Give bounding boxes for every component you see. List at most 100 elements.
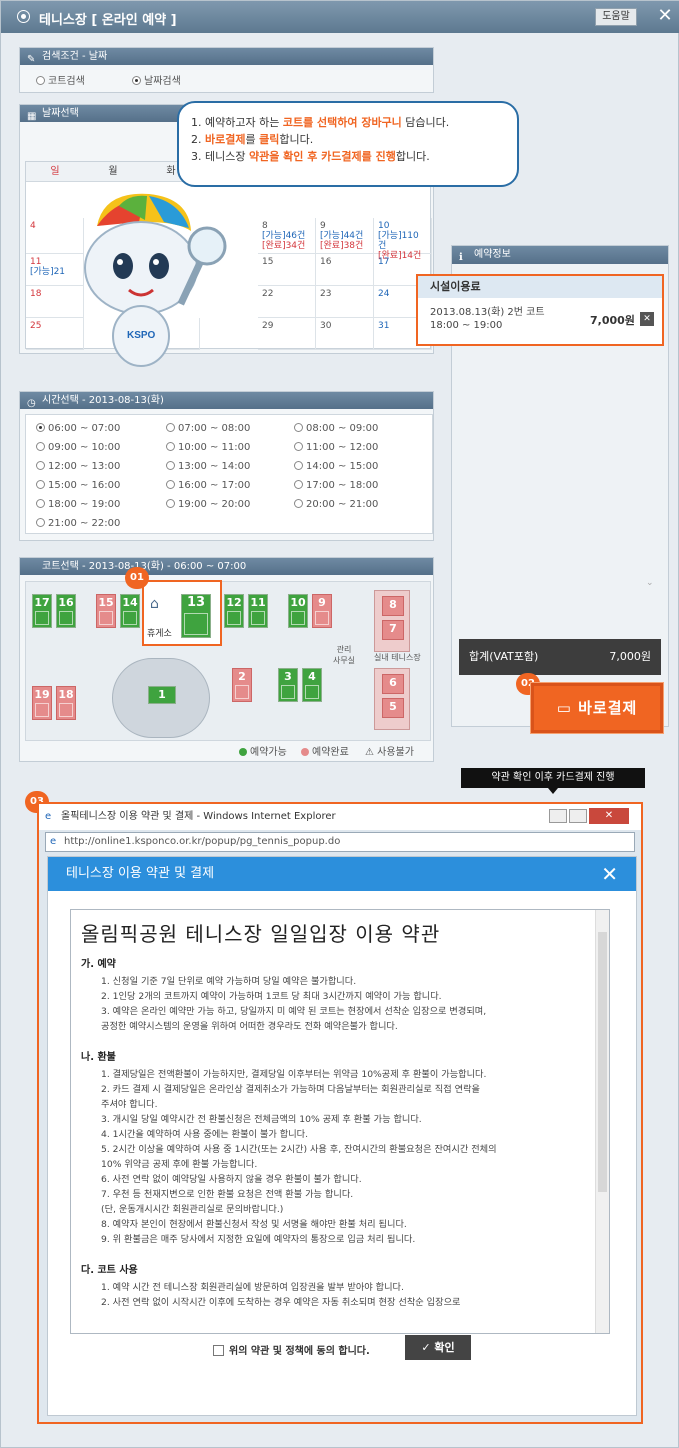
terms-scrollbar[interactable] (595, 910, 609, 1333)
section-refund: 나. 환불 (81, 1052, 116, 1063)
calendar-day[interactable]: 16 (316, 254, 374, 286)
court-14[interactable]: 14 (120, 594, 140, 628)
court-1[interactable]: 1 (148, 686, 176, 704)
calendar-day[interactable]: 15 (258, 254, 316, 286)
calendar-day[interactable]: 29 (258, 318, 316, 350)
office-label: 관리 사무실 (332, 645, 356, 665)
popup-close-icon[interactable]: ✕ (601, 857, 618, 891)
pencil-icon: ✎ (27, 54, 36, 65)
step-badge-01: 01 (125, 567, 149, 589)
time-slot[interactable]: 14:00 ~ 15:00 (294, 461, 378, 472)
pay-icon: ▭ (556, 699, 579, 717)
total-label: 합계(VAT포함) (469, 650, 539, 663)
fee-box: 시설이용료 2013.08.13(화) 2번 코트 18:00 ~ 19:00 7… (416, 274, 664, 346)
help-button[interactable]: 도움말 (595, 8, 637, 26)
section-reservation: 가. 예약 (81, 959, 116, 970)
radio-court-search[interactable]: 코트검색 (36, 72, 85, 87)
fee-item: 2013.08.13(화) 2번 코트 18:00 ~ 19:00 (430, 307, 545, 331)
court-10[interactable]: 10 (288, 594, 308, 628)
rest-area-label: 휴게소 (147, 629, 172, 639)
calendar-day[interactable]: 23 (316, 286, 374, 318)
time-slot[interactable]: 10:00 ~ 11:00 (166, 442, 250, 453)
ie-close-icon[interactable]: ✕ (589, 808, 629, 824)
instruction-balloon: 1. 예약하고자 하는 코트를 선택하여 장바구니 담습니다. 2. 바로결제를… (177, 101, 519, 187)
calendar-day[interactable]: 10 [가능]110건 [완료]14건 (374, 218, 432, 261)
calendar-day[interactable]: 30 (316, 318, 374, 350)
court-4[interactable]: 4 (302, 668, 322, 702)
address-bar[interactable]: e http://online1.ksponco.or.kr/popup/pg_… (45, 832, 635, 852)
time-slot[interactable]: 18:00 ~ 19:00 (36, 499, 120, 510)
svg-text:KSPO: KSPO (127, 330, 156, 341)
time-slot[interactable]: 11:00 ~ 12:00 (294, 442, 378, 453)
legend-unavailable: ⚠ 사용불가 (365, 747, 414, 758)
court-5[interactable]: 5 (382, 698, 404, 718)
close-icon[interactable]: ✕ (655, 6, 675, 26)
time-slot[interactable]: 12:00 ~ 13:00 (36, 461, 120, 472)
time-slot[interactable]: 08:00 ~ 09:00 (294, 423, 378, 434)
court-9[interactable]: 9 (312, 594, 332, 628)
court-8[interactable]: 8 (382, 596, 404, 616)
section-court-use: 다. 코트 사용 (81, 1265, 138, 1276)
weekday-sun: 일 (26, 162, 84, 182)
court-3[interactable]: 3 (278, 668, 298, 702)
calendar-icon: ▦ (27, 111, 37, 122)
court-11[interactable]: 11 (248, 594, 268, 628)
terms-note-banner: 약관 확인 이후 카드결제 진행 (461, 768, 645, 788)
total-value: 7,000원 (609, 650, 651, 663)
court-map: 17 16 15 14 12 11 10 9 8 7 실내 테니스장 6 5 관… (25, 581, 431, 741)
app-window: 테니스장 [ 온라인 예약 ] 도움말 ✕ ✎ 검색조건 - 날짜 코트검색 날짜… (0, 0, 679, 1448)
note-pointer (548, 788, 558, 794)
time-slot[interactable]: 16:00 ~ 17:00 (166, 480, 250, 491)
ie-logo-icon: e (45, 811, 52, 822)
court-12[interactable]: 12 (224, 594, 244, 628)
ksponco-mascot-image: KSPO (84, 193, 227, 367)
time-slot[interactable]: 21:00 ~ 22:00 (36, 518, 120, 529)
total-bar: 합계(VAT포함) 7,000원 (459, 639, 661, 675)
time-slot[interactable]: 17:00 ~ 18:00 (294, 480, 378, 491)
search-header: ✎ 검색조건 - 날짜 (20, 48, 433, 65)
title-bullet-icon (17, 10, 30, 23)
terms-content: 올림픽공원 테니스장 일일입장 이용 약관 가. 예약 1. 신청일 기준 7일… (70, 909, 610, 1334)
fee-title: 시설이용료 (418, 276, 662, 298)
pay-now-button[interactable]: ▭ 바로결제 (530, 682, 664, 734)
court-19[interactable]: 19 (32, 686, 52, 720)
popup-header: 테니스장 이용 약관 및 결제 ✕ (48, 857, 636, 891)
weekday-mon: 월 (84, 162, 142, 182)
court-18[interactable]: 18 (56, 686, 76, 720)
time-slot[interactable]: 15:00 ~ 16:00 (36, 480, 120, 491)
radio-date-search[interactable]: 날짜검색 (132, 72, 181, 87)
court-13[interactable]: 13 (181, 594, 211, 638)
warning-icon: ⚠ (365, 747, 378, 758)
court-15[interactable]: 15 (96, 594, 116, 628)
time-slot[interactable]: 13:00 ~ 14:00 (166, 461, 250, 472)
reservation-scrollbar[interactable]: ⌄ (646, 346, 658, 596)
court-header: 코트선택 - 2013-08-13(화) - 06:00 ~ 07:00 (20, 558, 433, 575)
legend-available: 예약가능 (239, 743, 287, 758)
court-7[interactable]: 7 (382, 620, 404, 640)
legend-booked: 예약완료 (301, 743, 349, 758)
info-icon: ℹ (459, 252, 463, 263)
court-16[interactable]: 16 (56, 594, 76, 628)
minimize-icon[interactable] (549, 809, 567, 823)
court-6[interactable]: 6 (382, 674, 404, 694)
search-panel: ✎ 검색조건 - 날짜 코트검색 날짜검색 (19, 47, 434, 93)
calendar-day[interactable]: 9 [가능]44건 [완료]38건 (316, 218, 374, 254)
ie-title: 올픽테니스장 이용 약관 및 결제 - Windows Internet Exp… (61, 811, 336, 822)
agree-checkbox[interactable]: 위의 약관 및 정책에 동의 합니다. (213, 1342, 370, 1357)
window-titlebar: 테니스장 [ 온라인 예약 ] 도움말 ✕ (1, 1, 679, 33)
time-slot[interactable]: 06:00 ~ 07:00 (36, 423, 120, 434)
terms-title: 올림픽공원 테니스장 일일입장 이용 약관 (81, 922, 441, 946)
calendar-day[interactable]: 22 (258, 286, 316, 318)
time-slot[interactable]: 09:00 ~ 10:00 (36, 442, 120, 453)
court-17[interactable]: 17 (32, 594, 52, 628)
terms-popup: 테니스장 이용 약관 및 결제 ✕ 올림픽공원 테니스장 일일입장 이용 약관 … (47, 856, 637, 1416)
calendar-day[interactable]: 8 [가능]46건 [완료]34건 (258, 218, 316, 254)
confirm-button[interactable]: ✓ 확인 (405, 1335, 471, 1360)
time-slot[interactable]: 20:00 ~ 21:00 (294, 499, 378, 510)
court-2[interactable]: 2 (232, 668, 252, 702)
time-slot[interactable]: 19:00 ~ 20:00 (166, 499, 250, 510)
maximize-icon[interactable] (569, 809, 587, 823)
time-slot[interactable]: 07:00 ~ 08:00 (166, 423, 250, 434)
remove-item-icon[interactable]: ✕ (640, 312, 654, 326)
time-header: ◷ 시간선택 - 2013-08-13(화) (20, 392, 433, 409)
